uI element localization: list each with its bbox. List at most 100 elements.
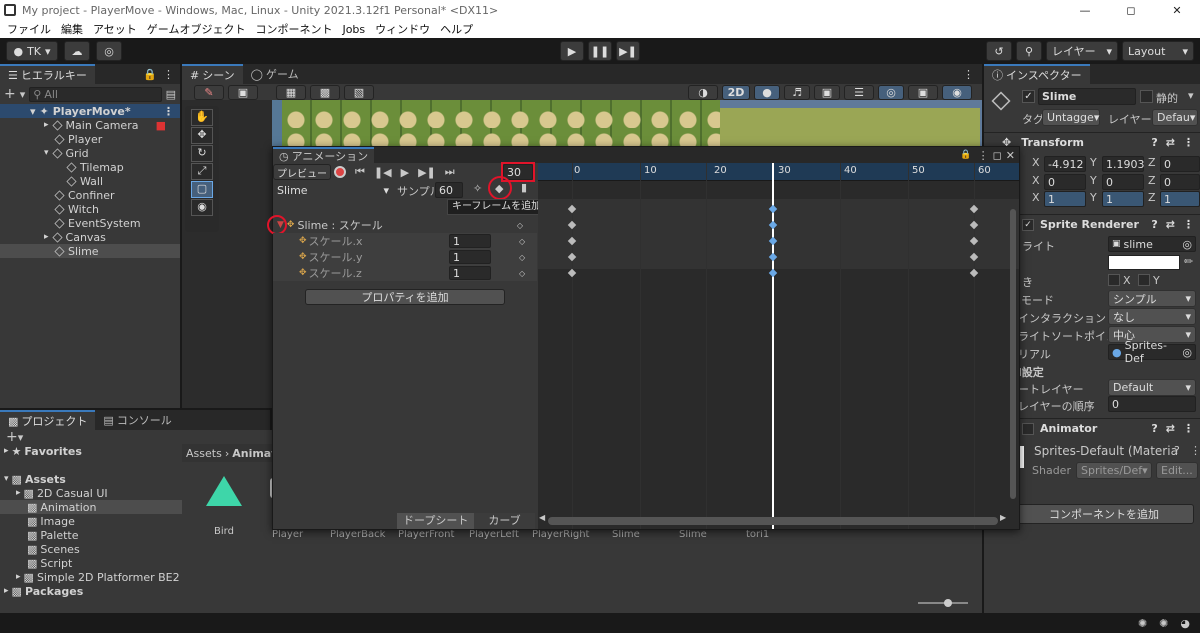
hidden-objects-button[interactable]: ◎ — [878, 84, 904, 100]
kebab-menu-icon[interactable]: ⋮ — [1183, 136, 1194, 149]
layout-dropdown[interactable]: Layout ▾ — [1122, 41, 1194, 61]
position-y-input[interactable]: 1.1903 — [1102, 156, 1145, 172]
clip-dropdown[interactable]: Slime ▾ — [273, 182, 393, 199]
first-key-icon[interactable]: ⏮ — [355, 165, 365, 179]
move-tool-icon[interactable]: ✥ — [191, 127, 213, 144]
maximize-icon[interactable]: ◻ — [993, 149, 1002, 162]
help-icon[interactable]: ? — [1151, 422, 1157, 435]
property-row[interactable]: ✥ スケール.z 1 ◇ — [273, 265, 537, 281]
last-key-icon[interactable]: ⏭ — [445, 165, 455, 179]
kebab-menu-icon[interactable]: ⋮ — [163, 68, 174, 81]
tab-curves[interactable]: カーブ — [474, 513, 535, 529]
layers-dropdown[interactable]: レイヤー ▾ — [1046, 41, 1118, 61]
kebab-menu-icon[interactable]: ⋮ — [963, 68, 974, 81]
tab-game[interactable]: ◯ ゲーム — [243, 64, 307, 84]
keyframe[interactable] — [567, 268, 577, 278]
hierarchy-item[interactable]: Wall — [0, 174, 180, 188]
maximize-button[interactable]: ◻ — [1108, 4, 1154, 17]
help-icon[interactable]: ? — [1174, 444, 1180, 457]
keyframe[interactable] — [969, 268, 979, 278]
scale-z-input[interactable]: 1 — [1160, 191, 1200, 207]
layers-visibility-button[interactable]: ☰ — [844, 84, 874, 100]
lock-icon[interactable]: 🔒 — [960, 150, 971, 160]
bug-icon[interactable]: ✺ — [1138, 617, 1147, 630]
network-icon[interactable]: ✺ — [1159, 617, 1168, 630]
asset-playerback[interactable]: PlayerBack — [330, 529, 385, 540]
zoom-slider[interactable] — [918, 599, 968, 607]
shading-button[interactable]: ◑ — [688, 84, 718, 100]
property-group-row[interactable]: ▼ ✥ Slime : スケール ◇ — [273, 217, 537, 233]
hierarchy-item[interactable]: ▾ Grid — [0, 146, 180, 160]
search-button[interactable]: ⚲ — [1016, 41, 1042, 61]
horizontal-scrollbar[interactable] — [548, 517, 998, 525]
target-icon[interactable]: ◎ — [1182, 346, 1192, 359]
rect-tool-icon[interactable]: ▢ — [191, 181, 213, 198]
filter-icon[interactable]: ▤ — [166, 88, 176, 101]
object-name-input[interactable]: Slime — [1038, 88, 1136, 105]
tree-folder[interactable]: ▸ ▩ 2D Casual UI — [0, 486, 182, 500]
hierarchy-item[interactable]: EventSystem — [0, 216, 180, 230]
hierarchy-item[interactable]: Witch — [0, 202, 180, 216]
property-value-input[interactable]: 1 — [449, 266, 491, 280]
hierarchy-item[interactable]: ▸ Main Camera ■ — [0, 118, 180, 132]
collab-button[interactable]: ◎ — [96, 41, 122, 61]
object-button[interactable]: ▣ — [228, 84, 258, 100]
hand-tool-icon[interactable]: ✋ — [191, 109, 213, 126]
scale-y-input[interactable]: 1 — [1102, 191, 1144, 207]
hierarchy-scene-row[interactable]: ▾ ✦ PlayerMove* ⋮ — [0, 104, 180, 118]
tree-assets[interactable]: ▾ ▩ Assets — [0, 472, 182, 486]
add-component-button[interactable]: コンポーネントを追加 — [1014, 504, 1194, 524]
scroll-left-icon[interactable]: ◀ — [539, 513, 545, 522]
lock-icon[interactable]: 🔒 — [143, 68, 157, 81]
grid-snap-button[interactable]: ▦ — [276, 84, 306, 100]
asset-slime[interactable]: Slime — [612, 529, 640, 540]
next-key-icon[interactable]: ▶❚ — [418, 166, 436, 179]
asset-playerright[interactable]: PlayerRight — [532, 529, 589, 540]
menu-edit[interactable]: 編集 — [61, 21, 83, 37]
tree-folder[interactable]: ▩ Palette — [0, 528, 182, 542]
scale-x-input[interactable]: 1 — [1044, 191, 1086, 207]
minimize-button[interactable]: — — [1062, 4, 1108, 17]
gizmos-button[interactable]: ◉ — [942, 84, 972, 100]
hierarchy-item-selected[interactable]: Slime — [0, 244, 180, 258]
keyframe-selected[interactable] — [768, 268, 778, 278]
lighting-button[interactable]: ● — [754, 84, 780, 100]
close-button[interactable]: ✕ — [1154, 4, 1200, 17]
help-icon[interactable]: ? — [1151, 136, 1157, 149]
rotation-x-input[interactable]: 0 — [1044, 174, 1086, 190]
static-checkbox[interactable] — [1140, 90, 1153, 103]
scroll-right-icon[interactable]: ▶ — [1000, 513, 1006, 522]
fx-button[interactable]: ▣ — [814, 84, 840, 100]
play-icon[interactable]: ▶ — [401, 166, 409, 179]
shader-edit-button[interactable]: Edit... — [1156, 462, 1198, 479]
prev-key-icon[interactable]: ❚◀ — [374, 166, 392, 179]
property-value-input[interactable]: 1 — [449, 234, 491, 248]
menu-assets[interactable]: アセット — [93, 21, 137, 37]
asset-slime-2[interactable]: Slime — [679, 529, 707, 540]
property-value-input[interactable]: 1 — [449, 250, 491, 264]
menu-gameobject[interactable]: ゲームオブジェクト — [147, 21, 246, 37]
transform-tool-icon[interactable]: ◉ — [191, 199, 213, 216]
tab-project[interactable]: ▩ プロジェクト — [0, 410, 96, 430]
rotation-y-input[interactable]: 0 — [1102, 174, 1144, 190]
active-checkbox[interactable]: ✓ — [1022, 90, 1035, 103]
kebab-menu-icon[interactable]: ⋮ — [1183, 218, 1194, 231]
menu-component[interactable]: コンポーネント — [255, 21, 332, 37]
eyedropper-icon[interactable]: ✏ — [1184, 255, 1193, 268]
static-dropdown-icon[interactable]: ▾ — [1188, 89, 1194, 102]
order-in-layer-input[interactable]: 0 — [1108, 396, 1196, 412]
asset-tori1[interactable]: tori1 — [746, 529, 769, 540]
mode-2d-button[interactable]: 2D — [722, 84, 750, 100]
material-field[interactable]: ● Sprites-Def ◎ — [1108, 339, 1196, 365]
flip-x-checkbox[interactable] — [1108, 274, 1120, 286]
tab-scene[interactable]: # シーン — [182, 64, 243, 84]
tree-favorites[interactable]: ▸ ★ Favorites — [0, 444, 182, 458]
mask-interaction-dropdown[interactable]: なし ▾ — [1108, 308, 1196, 325]
vertical-scrollbar[interactable] — [1010, 209, 1016, 499]
timeline-ruler[interactable]: 0 10 20 30 40 50 60 — [538, 163, 1019, 181]
rotation-z-input[interactable]: 0 — [1160, 174, 1200, 190]
kebab-menu-icon[interactable]: ⋮ — [978, 149, 989, 162]
menu-file[interactable]: ファイル — [7, 21, 51, 37]
tab-animation[interactable]: ◷ アニメーション — [273, 147, 375, 163]
kebab-menu-icon[interactable]: ⋮ — [1190, 444, 1200, 457]
